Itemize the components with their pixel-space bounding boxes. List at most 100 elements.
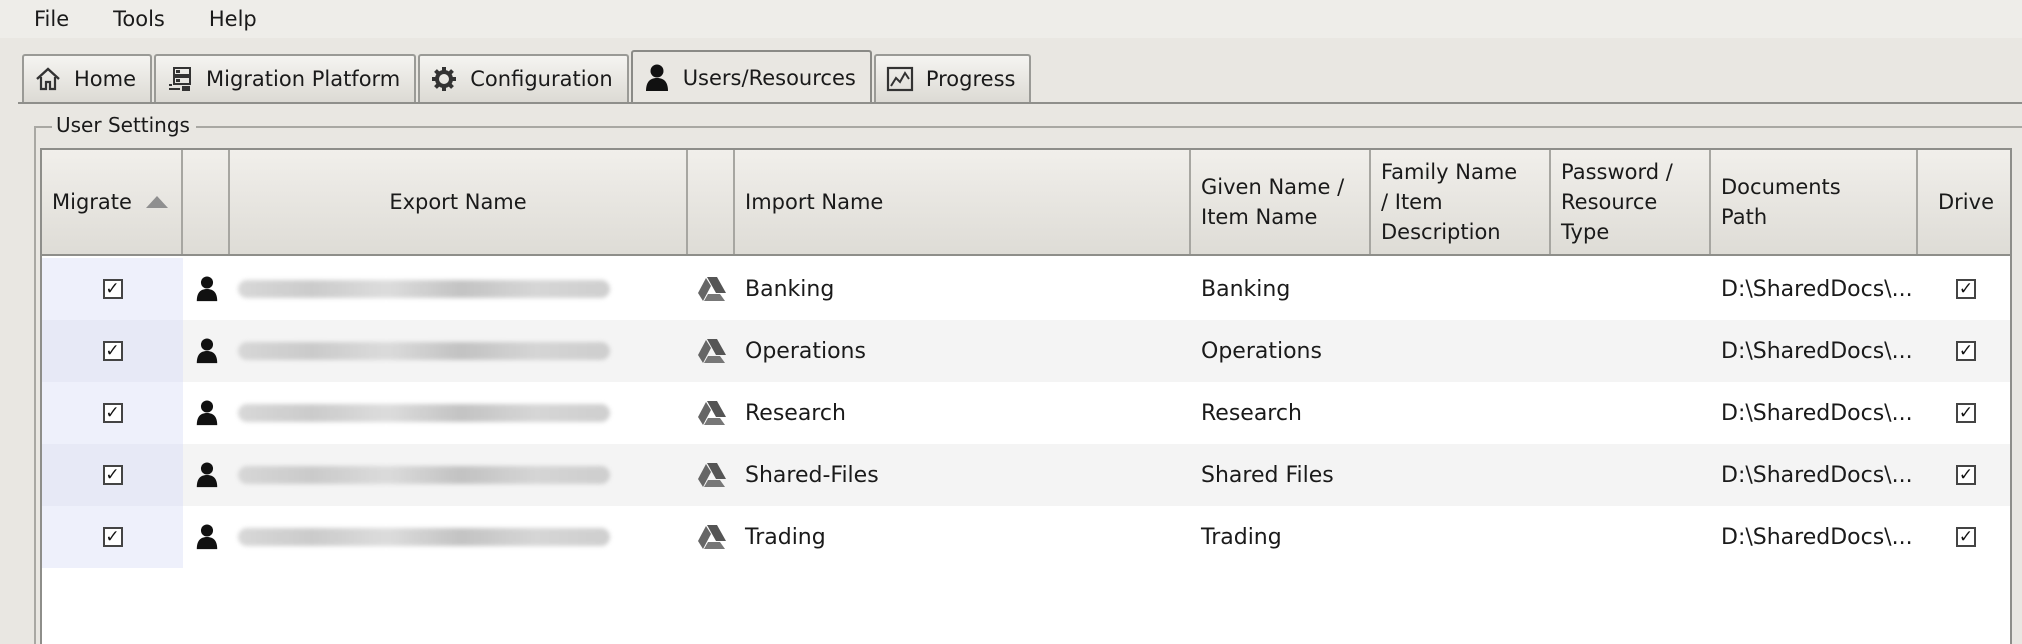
user-icon <box>183 444 230 506</box>
menu-tools[interactable]: Tools <box>91 0 187 38</box>
redacted-email <box>238 528 610 546</box>
documents-path-cell[interactable]: D:\SharedDocs\... <box>1721 258 1916 320</box>
drive-icon <box>688 320 735 382</box>
user-resources-table: Migrate Export Name Import Name Given Na… <box>40 148 2012 644</box>
col-export-type-header[interactable] <box>183 150 230 254</box>
documents-path-cell[interactable]: D:\SharedDocs\... <box>1721 382 1916 444</box>
col-import-name-header[interactable]: Import Name <box>735 150 1191 254</box>
sort-ascending-icon <box>145 196 168 208</box>
tab-label: Users/Resources <box>682 66 856 90</box>
col-password-header[interactable]: Password / Resource Type <box>1551 150 1711 254</box>
user-icon <box>643 64 671 92</box>
user-icon <box>183 506 230 568</box>
tab-progress[interactable]: Progress <box>873 54 1032 102</box>
documents-path-cell[interactable]: D:\SharedDocs\... <box>1721 506 1916 568</box>
tab-strip: Home Migration Platform Configuration Us… <box>22 50 1033 104</box>
migrate-cell: ✓ <box>42 444 183 506</box>
col-import-type-header[interactable] <box>688 150 735 254</box>
export-name-redacted <box>238 444 678 506</box>
import-name-cell[interactable]: Shared-Files <box>745 444 1185 506</box>
col-password-line2: Resource <box>1561 190 1658 214</box>
drive-icon <box>688 506 735 568</box>
user-icon <box>183 320 230 382</box>
col-drive-header[interactable]: Drive <box>1918 150 2014 254</box>
drive-cell: ✓ <box>1918 258 2014 320</box>
tab-migration-platform[interactable]: Migration Platform <box>154 54 417 102</box>
tab-configuration[interactable]: Configuration <box>418 54 629 102</box>
export-name-redacted <box>238 506 678 568</box>
menu-help[interactable]: Help <box>187 0 279 38</box>
migrate-checkbox[interactable]: ✓ <box>102 527 123 547</box>
table-header: Migrate Export Name Import Name Given Na… <box>42 150 2010 256</box>
drive-icon <box>688 444 735 506</box>
table-row[interactable]: ✓ Operations Operations D:\SharedDocs\..… <box>42 320 2010 382</box>
table-row[interactable]: ✓ Research Research D:\SharedDocs\... ✓ <box>42 382 2010 444</box>
drive-checkbox[interactable]: ✓ <box>1956 403 1976 423</box>
table-row[interactable]: ✓ Shared-Files Shared Files D:\SharedDoc… <box>42 444 2010 506</box>
drive-cell: ✓ <box>1918 320 2014 382</box>
col-export-name-header[interactable]: Export Name <box>230 150 688 254</box>
migrate-cell: ✓ <box>42 320 183 382</box>
drive-icon <box>688 258 735 320</box>
col-family-name-header[interactable]: Family Name / Item Description <box>1371 150 1551 254</box>
given-name-cell[interactable]: Operations <box>1201 320 1371 382</box>
col-drive-label: Drive <box>1938 190 1994 214</box>
col-family-name-line1: Family Name <box>1381 160 1518 184</box>
import-name-cell[interactable]: Operations <box>745 320 1185 382</box>
import-name-cell[interactable]: Banking <box>745 258 1185 320</box>
drive-cell: ✓ <box>1918 382 2014 444</box>
export-name-redacted <box>238 382 678 444</box>
redacted-email <box>238 404 610 422</box>
table-row[interactable]: ✓ Banking Banking D:\SharedDocs\... ✓ <box>42 258 2010 320</box>
col-documents-line2: Path <box>1721 205 1768 229</box>
drive-checkbox[interactable]: ✓ <box>1956 279 1976 299</box>
drive-checkbox[interactable]: ✓ <box>1956 465 1976 485</box>
tab-label: Home <box>74 67 137 91</box>
migrate-checkbox[interactable]: ✓ <box>102 403 123 423</box>
drive-checkbox[interactable]: ✓ <box>1956 341 1976 361</box>
migration-platform-icon <box>166 65 194 93</box>
documents-path-cell[interactable]: D:\SharedDocs\... <box>1721 444 1916 506</box>
tab-panel-border <box>18 102 2022 104</box>
import-name-cell[interactable]: Research <box>745 382 1185 444</box>
export-name-redacted <box>238 258 678 320</box>
menu-bar: File Tools Help <box>0 0 2022 38</box>
migrate-checkbox[interactable]: ✓ <box>102 465 123 485</box>
gear-icon <box>430 65 458 93</box>
migrate-cell: ✓ <box>42 506 183 568</box>
menu-file[interactable]: File <box>0 0 91 38</box>
redacted-email <box>238 466 610 484</box>
given-name-cell[interactable]: Research <box>1201 382 1371 444</box>
given-name-cell[interactable]: Banking <box>1201 258 1371 320</box>
col-import-name-label: Import Name <box>745 190 884 214</box>
drive-cell: ✓ <box>1918 506 2014 568</box>
col-migrate-header[interactable]: Migrate <box>42 150 183 254</box>
export-name-redacted <box>238 320 678 382</box>
user-icon <box>183 382 230 444</box>
drive-cell: ✓ <box>1918 444 2014 506</box>
drive-icon <box>688 382 735 444</box>
user-icon <box>183 258 230 320</box>
import-name-cell[interactable]: Trading <box>745 506 1185 568</box>
col-migrate-label: Migrate <box>52 190 132 214</box>
drive-checkbox[interactable]: ✓ <box>1956 527 1976 547</box>
home-icon <box>34 65 62 93</box>
given-name-cell[interactable]: Shared Files <box>1201 444 1371 506</box>
progress-icon <box>886 65 914 93</box>
table-row[interactable]: ✓ Trading Trading D:\SharedDocs\... ✓ <box>42 506 2010 568</box>
tab-label: Progress <box>925 67 1016 91</box>
migrate-checkbox[interactable]: ✓ <box>102 341 123 361</box>
tab-label: Configuration <box>470 67 613 91</box>
col-given-name-header[interactable]: Given Name / Item Name <box>1191 150 1371 254</box>
col-family-name-line3: Description <box>1381 220 1501 244</box>
col-documents-path-header[interactable]: Documents Path <box>1711 150 1918 254</box>
tab-users-resources[interactable]: Users/Resources <box>630 50 872 104</box>
tab-home[interactable]: Home <box>22 54 153 102</box>
migrate-cell: ✓ <box>42 258 183 320</box>
redacted-email <box>238 280 610 298</box>
given-name-cell[interactable]: Trading <box>1201 506 1371 568</box>
migrate-checkbox[interactable]: ✓ <box>102 279 123 299</box>
documents-path-cell[interactable]: D:\SharedDocs\... <box>1721 320 1916 382</box>
group-title: User Settings <box>52 113 196 137</box>
col-documents-line1: Documents <box>1721 175 1841 199</box>
